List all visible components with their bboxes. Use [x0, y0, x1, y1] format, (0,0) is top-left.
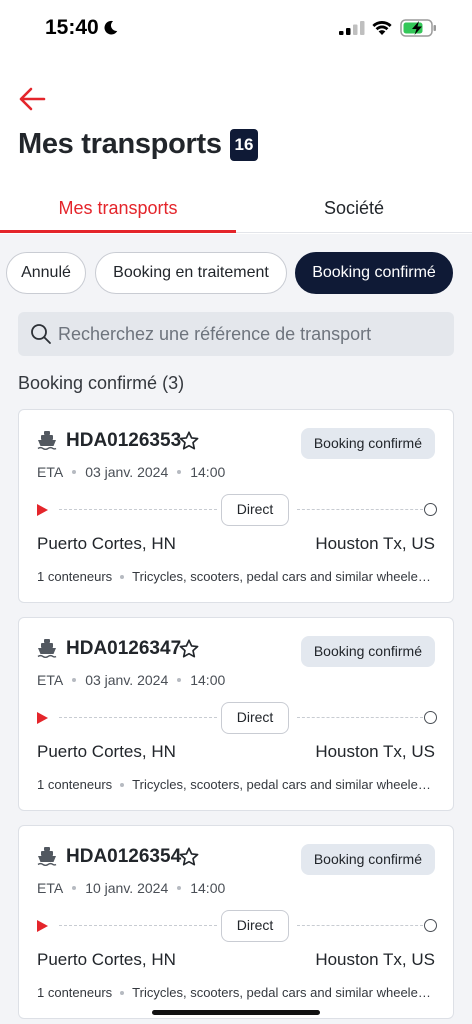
eta-time: 14:00 — [190, 880, 226, 896]
separator-dot — [120, 990, 125, 995]
separator-dot — [72, 470, 77, 475]
shipment-reference: HDA0126347 — [66, 638, 182, 659]
shipment-card[interactable]: HDA0126354 Booking confirmé ETA 10 janv. … — [18, 825, 454, 1019]
search-placeholder: Recherchez une référence de transport — [58, 324, 372, 344]
star-outline-icon[interactable] — [178, 430, 200, 452]
filter-chip-booking-en-traitement[interactable]: Booking en traitement — [95, 252, 287, 294]
route-dash — [59, 509, 217, 510]
separator-dot — [72, 886, 77, 891]
route-type-badge: Direct — [221, 702, 289, 734]
destination-port: Houston Tx, US — [315, 950, 435, 969]
eta-date: 10 janv. 2024 — [85, 880, 169, 896]
origin-port: Puerto Cortes, HN — [37, 534, 176, 553]
status-bar: 15:40 — [0, 0, 472, 56]
origin-port: Puerto Cortes, HN — [37, 742, 176, 761]
route-type-badge: Direct — [221, 910, 289, 942]
play-icon — [37, 504, 48, 516]
eta-time: 14:00 — [190, 464, 226, 480]
filter-chip-annule[interactable]: Annulé — [6, 252, 86, 294]
separator-dot — [177, 886, 182, 891]
back-arrow-icon[interactable] — [18, 86, 46, 112]
container-count: 1 conteneurs — [37, 985, 113, 1000]
wifi-icon — [372, 20, 392, 35]
eta-row: ETA 03 janv. 2024 14:00 — [37, 464, 225, 480]
route-line: Direct — [37, 494, 437, 526]
status-badge: Booking confirmé — [300, 844, 435, 875]
search-input[interactable]: Recherchez une référence de transport — [18, 312, 454, 356]
goods-description: Tricycles, scooters, pedal cars and simi… — [132, 985, 433, 1000]
play-icon — [37, 712, 48, 724]
route-dash — [297, 717, 423, 718]
battery-charging-icon — [400, 19, 436, 37]
circle-icon — [424, 711, 437, 724]
page-title: Mes transports — [18, 128, 222, 160]
transport-count-badge: 16 — [230, 129, 258, 161]
shipment-card[interactable]: HDA0126347 Booking confirmé ETA 03 janv. … — [18, 617, 454, 811]
home-indicator[interactable] — [152, 1010, 320, 1015]
route-line: Direct — [37, 702, 437, 734]
origin-port: Puerto Cortes, HN — [37, 950, 176, 969]
cargo-info: 1 conteneurs Tricycles, scooters, pedal c… — [37, 569, 433, 584]
separator-dot — [177, 470, 182, 475]
cargo-info: 1 conteneurs Tricycles, scooters, pedal c… — [37, 985, 433, 1000]
ship-icon — [37, 847, 57, 866]
status-badge: Booking confirmé — [300, 428, 435, 459]
cargo-info: 1 conteneurs Tricycles, scooters, pedal c… — [37, 777, 433, 792]
eta-row: ETA 03 janv. 2024 14:00 — [37, 672, 225, 688]
route-dash — [59, 925, 217, 926]
shipment-card[interactable]: HDA0126353 Booking confirmé ETA 03 janv. … — [18, 409, 454, 603]
tab-societe[interactable]: Société — [236, 198, 472, 219]
circle-icon — [424, 503, 437, 516]
goods-description: Tricycles, scooters, pedal cars and simi… — [132, 777, 433, 792]
search-icon — [31, 324, 51, 344]
signal-icon — [339, 21, 365, 35]
route-dash — [297, 925, 423, 926]
play-icon — [37, 920, 48, 932]
shipment-reference: HDA0126354 — [66, 846, 182, 867]
destination-port: Houston Tx, US — [315, 534, 435, 553]
route-type-badge: Direct — [221, 494, 289, 526]
eta-date: 03 janv. 2024 — [85, 672, 169, 688]
destination-port: Houston Tx, US — [315, 742, 435, 761]
route-dash — [59, 717, 217, 718]
eta-time: 14:00 — [190, 672, 226, 688]
eta-row: ETA 10 janv. 2024 14:00 — [37, 880, 225, 896]
separator-dot — [177, 678, 182, 683]
eta-label: ETA — [37, 464, 64, 480]
eta-date: 03 janv. 2024 — [85, 464, 169, 480]
filter-chip-booking-confirme[interactable]: Booking confirmé — [295, 252, 453, 294]
star-outline-icon[interactable] — [178, 846, 200, 868]
eta-label: ETA — [37, 880, 64, 896]
ship-icon — [37, 639, 57, 658]
route-line: Direct — [37, 910, 437, 942]
circle-icon — [424, 919, 437, 932]
separator-dot — [120, 574, 125, 579]
status-time: 15:40 — [45, 16, 99, 39]
status-badge: Booking confirmé — [300, 636, 435, 667]
shipment-reference: HDA0126353 — [66, 430, 182, 451]
tab-mes-transports[interactable]: Mes transports — [0, 198, 236, 219]
ship-icon — [37, 431, 57, 450]
route-dash — [297, 509, 423, 510]
active-tab-indicator — [0, 230, 236, 233]
goods-description: Tricycles, scooters, pedal cars and simi… — [132, 569, 433, 584]
separator-dot — [72, 678, 77, 683]
container-count: 1 conteneurs — [37, 777, 113, 792]
star-outline-icon[interactable] — [178, 638, 200, 660]
separator-dot — [120, 782, 125, 787]
container-count: 1 conteneurs — [37, 569, 113, 584]
section-title: Booking confirmé (3) — [18, 373, 185, 393]
moon-icon — [104, 20, 118, 35]
eta-label: ETA — [37, 672, 64, 688]
